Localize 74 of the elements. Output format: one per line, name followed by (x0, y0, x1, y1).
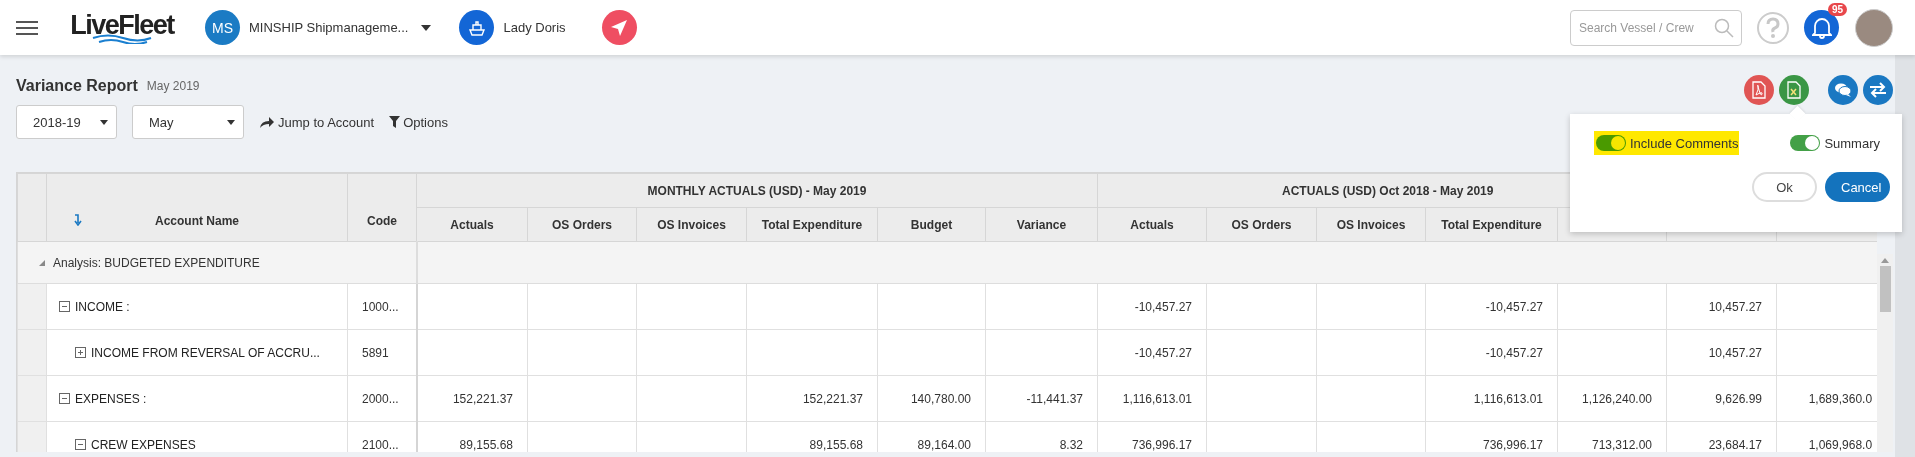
group-toggle-icon[interactable] (38, 258, 46, 267)
table-cell: -10,457.27 (1425, 283, 1558, 330)
notification-badge: 95 (1827, 3, 1847, 16)
logo[interactable]: LiveFleet (68, 11, 176, 44)
account-name: INCOME FROM REVERSAL OF ACCRU... (91, 345, 320, 360)
vertical-scrollbar[interactable] (1877, 254, 1893, 452)
table-cell: 9,626.99 (1666, 375, 1777, 422)
collapse-icon[interactable] (59, 300, 70, 312)
year-select[interactable]: 2018-19 (16, 105, 117, 139)
jump-to-account-link[interactable]: Jump to Account (259, 114, 375, 130)
menu-icon[interactable] (16, 19, 38, 36)
column-group-header: MONTHLY ACTUALS (USD) - May 2019 (416, 173, 1098, 208)
expand-icon[interactable] (75, 346, 86, 358)
navigation-icon[interactable] (601, 10, 637, 45)
share-arrow-icon[interactable] (259, 115, 275, 129)
table-cell: -10,457.27 (1097, 329, 1207, 376)
vessel-name[interactable]: Lady Doris (503, 20, 566, 35)
table-cell: -10,457.27 (1097, 283, 1207, 330)
collapse-icon[interactable] (59, 392, 70, 404)
user-avatar[interactable] (1855, 8, 1893, 47)
funnel-icon[interactable] (389, 116, 401, 128)
column-header[interactable]: OS Orders (527, 207, 637, 242)
swap-icon[interactable] (1863, 74, 1893, 105)
pdf-export-icon[interactable] (1744, 74, 1774, 105)
table-cell: 152,221.37 (746, 375, 878, 422)
column-header[interactable]: Budget (877, 207, 986, 242)
table-cell: 89,155.68 (416, 421, 528, 452)
column-header[interactable]: OS Orders (1206, 207, 1317, 242)
toggle-label: Summary (1824, 135, 1880, 151)
options-link[interactable]: Options (389, 114, 448, 130)
table-cell: -10,457.27 (1425, 329, 1558, 376)
company-avatar[interactable]: MS (205, 10, 240, 45)
toggle-switch[interactable] (1790, 135, 1821, 151)
search-field[interactable]: Search Vessel / Crew (1570, 9, 1742, 46)
account-name: INCOME : (75, 299, 130, 314)
column-header[interactable]: OS Invoices (1316, 207, 1426, 242)
table-cell: 1,116,613.01 (1097, 375, 1207, 422)
month-select[interactable]: May (132, 105, 244, 139)
collapse-icon[interactable] (75, 438, 86, 450)
page-title: Variance Report (16, 76, 138, 95)
column-header[interactable]: Code (347, 173, 417, 242)
toggle-label: Include Comments (1630, 135, 1739, 151)
comments-icon[interactable] (1828, 74, 1858, 105)
ship-icon[interactable] (459, 10, 495, 45)
table-cell: -11,441.37 (985, 375, 1098, 422)
table-cell: 1,126,240.00 (1557, 375, 1667, 422)
ok-button[interactable]: Ok (1752, 172, 1817, 202)
table-cell: 10,457.27 (1666, 329, 1777, 376)
excel-export-icon[interactable] (1779, 74, 1809, 105)
group-label: Analysis: BUDGETED EXPENDITURE (53, 255, 260, 270)
sort-icon[interactable] (74, 214, 82, 226)
table-cell: 140,780.00 (877, 375, 986, 422)
search-icon (1714, 17, 1734, 38)
column-header[interactable]: Account Name (46, 173, 348, 242)
caret-icon[interactable] (227, 119, 235, 125)
caret-icon[interactable] (421, 24, 432, 31)
company-dropdown[interactable]: MINSHIP Shipmanageme... (249, 20, 432, 35)
column-header[interactable]: Actuals (1097, 207, 1207, 242)
report-period: May 2019 (146, 78, 200, 93)
caret-icon[interactable] (100, 119, 108, 125)
column-header[interactable]: OS Invoices (636, 207, 747, 242)
cancel-button[interactable]: Cancel (1825, 172, 1890, 202)
column-header[interactable]: Total Expenditure (1425, 207, 1558, 242)
column-header[interactable]: Actuals (416, 207, 528, 242)
toggle-switch[interactable] (1596, 135, 1626, 151)
account-name: CREW EXPENSES (91, 437, 196, 452)
scroll-thumb[interactable] (1879, 266, 1891, 312)
scroll-up-icon[interactable] (1881, 258, 1889, 263)
table-cell: 10,457.27 (1666, 283, 1777, 330)
column-header[interactable]: Variance (985, 207, 1098, 242)
table-cell: 152,221.37 (416, 375, 528, 422)
column-header[interactable]: Total Expenditure (746, 207, 878, 242)
account-name: EXPENSES : (75, 391, 147, 406)
table-cell: 1,116,613.01 (1425, 375, 1558, 422)
